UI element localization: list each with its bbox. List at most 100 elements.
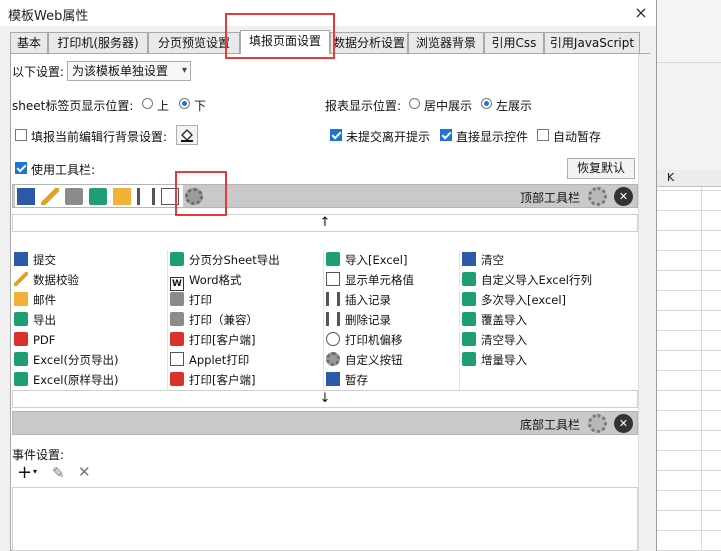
background-spreadsheet: K bbox=[650, 0, 721, 551]
use-toolbar-label: 使用工具栏: bbox=[31, 163, 96, 177]
print-icon[interactable] bbox=[65, 188, 83, 205]
background-column-header: K bbox=[651, 170, 721, 187]
direct-control-label: 直接显示控件 bbox=[456, 130, 529, 144]
bottom-toolbar-remove-icon[interactable]: ✕ bbox=[614, 414, 633, 433]
list-item-sheet-export[interactable]: 分页分Sheet导出 bbox=[168, 250, 324, 270]
use-toolbar-checkbox[interactable] bbox=[15, 162, 27, 174]
top-toolbar-settings-gear-icon[interactable] bbox=[588, 187, 607, 206]
list-item-print-compat[interactable]: 打印（兼容） bbox=[168, 310, 324, 330]
background-toolbar bbox=[651, 0, 721, 37]
close-button[interactable]: × bbox=[630, 3, 652, 23]
gear-highlight-box bbox=[175, 171, 227, 216]
list-item-delete-record[interactable]: 删除记录 bbox=[324, 310, 460, 330]
bottom-toolbar-settings-gear-icon[interactable] bbox=[588, 414, 607, 433]
tab-data-analysis[interactable]: 数据分析设置 bbox=[330, 32, 408, 53]
dialog-title: 模板Web属性 bbox=[8, 9, 89, 24]
save-icon bbox=[14, 252, 28, 266]
pdf-print-icon bbox=[170, 332, 184, 346]
fill-bg-checkbox[interactable] bbox=[15, 129, 27, 141]
export-icon[interactable] bbox=[89, 188, 107, 205]
list-item-custom-button[interactable]: 自定义按钮 bbox=[324, 350, 460, 370]
excel-icon bbox=[462, 292, 476, 306]
move-down-arrow[interactable]: ↓ bbox=[12, 390, 638, 408]
report-center-radio[interactable] bbox=[409, 98, 420, 109]
pdf-icon bbox=[14, 332, 28, 346]
bottom-toolbar-strip: 底部工具栏 ✕ bbox=[12, 411, 638, 435]
move-icon bbox=[326, 332, 340, 346]
pdf-print-icon bbox=[170, 372, 184, 386]
unsubmit-warning-checkbox[interactable] bbox=[330, 129, 342, 141]
list-item-printer-offset[interactable]: 打印机偏移 bbox=[324, 330, 460, 350]
bottom-toolbar-label: 底部工具栏 bbox=[520, 418, 581, 432]
list-item-print-client-2[interactable]: 打印[客户端] bbox=[168, 370, 324, 390]
chevron-down-icon: ▾ bbox=[181, 65, 187, 76]
direct-control-checkbox[interactable] bbox=[440, 129, 452, 141]
insert-row-icon bbox=[326, 292, 340, 306]
list-item-submit[interactable]: 提交 bbox=[12, 250, 168, 270]
add-dropdown-chevron-icon[interactable]: ▾ bbox=[33, 467, 37, 476]
tab-browser-background[interactable]: 浏览器背景 bbox=[408, 32, 484, 53]
excel-icon bbox=[462, 332, 476, 346]
list-item-insert-record[interactable]: 插入记录 bbox=[324, 290, 460, 310]
restore-default-button[interactable]: 恢复默认 bbox=[567, 158, 635, 179]
list-item-custom-import[interactable]: 自定义导入Excel行列 bbox=[460, 270, 638, 290]
eraser-icon bbox=[462, 252, 476, 266]
list-item-validate[interactable]: 数据校验 bbox=[12, 270, 168, 290]
sheet-tab-top-radio[interactable] bbox=[142, 98, 153, 109]
validate-icon[interactable] bbox=[41, 188, 59, 205]
list-item-incremental-import[interactable]: 增量导入 bbox=[460, 350, 638, 370]
printer-icon bbox=[170, 312, 184, 326]
sheet-tab-top-label: 上 bbox=[157, 99, 170, 113]
applet-icon bbox=[170, 352, 184, 366]
autosave-checkbox[interactable] bbox=[537, 129, 549, 141]
list-item-multi-import[interactable]: 多次导入[excel] bbox=[460, 290, 638, 310]
list-item-overwrite-import[interactable]: 覆盖导入 bbox=[460, 310, 638, 330]
excel-icon bbox=[326, 252, 340, 266]
unsubmit-warning-label: 未提交离开提示 bbox=[346, 130, 431, 144]
tab-basic[interactable]: 基本 bbox=[10, 32, 48, 53]
list-item-clear-import[interactable]: 清空导入 bbox=[460, 330, 638, 350]
paint-bucket-icon[interactable] bbox=[176, 125, 198, 145]
delete-row-icon bbox=[326, 312, 340, 326]
top-toolbar-remove-icon[interactable]: ✕ bbox=[614, 187, 633, 206]
list-item-email[interactable]: 邮件 bbox=[12, 290, 168, 310]
list-item-print[interactable]: 打印 bbox=[168, 290, 324, 310]
edit-event-icon[interactable]: ✎ bbox=[52, 464, 65, 482]
excel-icon bbox=[14, 372, 28, 386]
list-item-excel-paged[interactable]: Excel(分页导出) bbox=[12, 350, 168, 370]
tab-printer-server[interactable]: 打印机(服务器) bbox=[48, 32, 148, 53]
save-icon bbox=[326, 372, 340, 386]
panel-scrollbar[interactable] bbox=[638, 54, 650, 551]
list-item-import-excel[interactable]: 导入[Excel] bbox=[324, 250, 460, 270]
list-item-stash[interactable]: 暂存 bbox=[324, 370, 460, 390]
list-item-excel-original[interactable]: Excel(原样导出) bbox=[12, 370, 168, 390]
move-up-arrow[interactable]: ↑ bbox=[12, 214, 638, 232]
list-item-word[interactable]: W Word格式 bbox=[168, 270, 324, 291]
scope-label: 以下设置: bbox=[12, 65, 65, 79]
excel-icon bbox=[462, 312, 476, 326]
tab-javascript[interactable]: 引用JavaScript bbox=[544, 32, 640, 53]
list-item-pdf[interactable]: PDF bbox=[12, 330, 168, 350]
delete-event-icon[interactable]: ✕ bbox=[78, 463, 91, 481]
submit-icon[interactable] bbox=[17, 188, 35, 205]
scope-select-value: 为该模板单独设置 bbox=[72, 64, 169, 78]
add-event-icon[interactable]: + bbox=[17, 462, 32, 483]
sheet-tab-bottom-radio[interactable] bbox=[179, 98, 190, 109]
scope-select[interactable]: 为该模板单独设置 ▾ bbox=[67, 61, 191, 81]
pencil-icon bbox=[14, 272, 28, 286]
list-item-applet-print[interactable]: Applet打印 bbox=[168, 350, 324, 370]
insert-record-icon[interactable] bbox=[137, 188, 155, 205]
report-position-label: 报表显示位置: bbox=[325, 99, 402, 113]
excel-icon bbox=[462, 272, 476, 286]
event-list[interactable] bbox=[12, 487, 638, 551]
active-tab-highlight-box bbox=[225, 13, 335, 59]
report-left-radio[interactable] bbox=[481, 98, 492, 109]
list-item-show-cell-value[interactable]: 显示单元格值 bbox=[324, 270, 460, 290]
list-item-export[interactable]: 导出 bbox=[12, 310, 168, 330]
email-icon[interactable] bbox=[113, 188, 131, 205]
list-item-empty bbox=[460, 370, 638, 390]
envelope-icon bbox=[14, 292, 28, 306]
tab-css[interactable]: 引用Css bbox=[484, 32, 544, 53]
list-item-clear[interactable]: 清空 bbox=[460, 250, 638, 270]
list-item-print-client[interactable]: 打印[客户端] bbox=[168, 330, 324, 350]
